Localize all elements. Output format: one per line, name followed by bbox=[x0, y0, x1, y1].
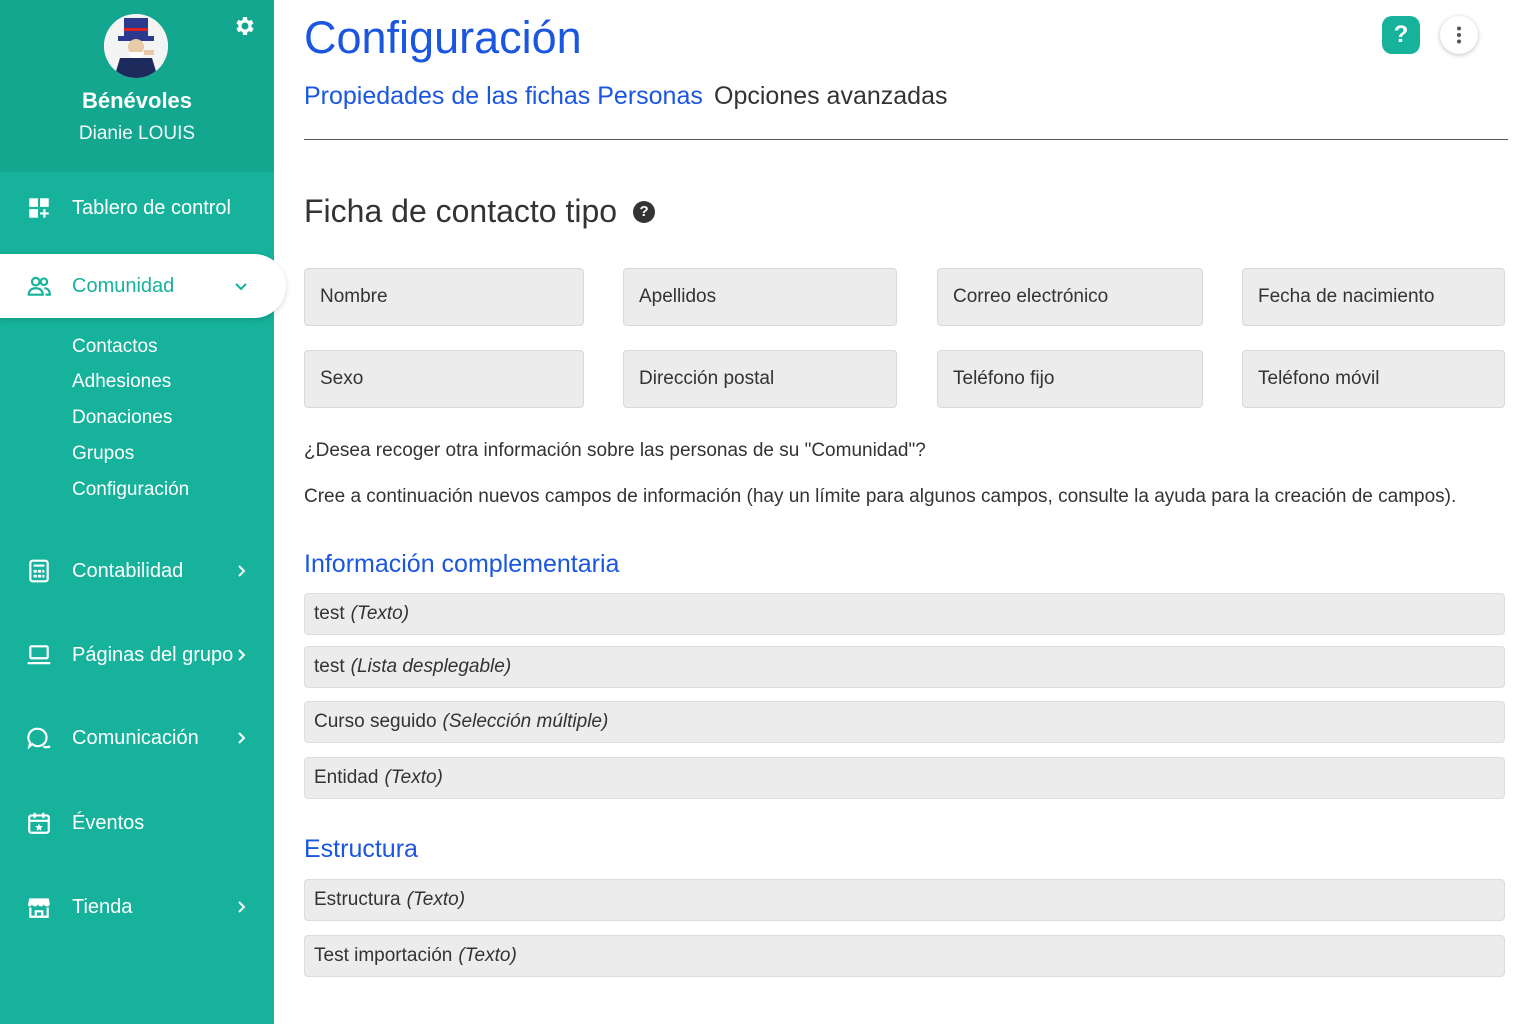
nav-label: Tablero de control bbox=[72, 196, 231, 219]
nav-dashboard[interactable]: Tablero de control bbox=[0, 185, 274, 231]
custom-field-row[interactable]: test (Texto) bbox=[304, 593, 1505, 635]
chevron-right-icon bbox=[232, 562, 250, 580]
section-title-complementary: Información complementaria bbox=[304, 550, 620, 578]
custom-field-name: Estructura bbox=[314, 889, 401, 910]
org-name: Bénévoles bbox=[81, 88, 193, 113]
nav-community[interactable]: Comunidad bbox=[0, 254, 286, 318]
user-name: Dianie LOUIS bbox=[78, 123, 196, 144]
custom-field-row[interactable]: Entidad (Texto) bbox=[304, 757, 1505, 799]
nav-accounting[interactable]: Contabilidad bbox=[0, 548, 274, 594]
tab-person-properties[interactable]: Propiedades de las fichas Personas bbox=[304, 82, 703, 111]
section-title-structure: Estructura bbox=[304, 835, 418, 863]
nav-events[interactable]: Éventos bbox=[0, 800, 274, 846]
nav-label: Páginas del grupo bbox=[72, 643, 234, 666]
custom-field-name: test bbox=[314, 656, 345, 677]
calculator-icon bbox=[26, 558, 52, 584]
chat-icon bbox=[26, 725, 52, 751]
field-landline: Teléfono fijo bbox=[937, 350, 1203, 408]
custom-field-type: (Texto) bbox=[458, 945, 517, 966]
custom-field-row[interactable]: Curso seguido (Selección múltiple) bbox=[304, 701, 1505, 743]
sidebar: Bénévoles Dianie LOUIS Tablero de contro… bbox=[0, 0, 286, 1024]
nav-store[interactable]: Tienda bbox=[0, 884, 274, 930]
field-mobile: Teléfono móvil bbox=[1242, 350, 1505, 408]
custom-field-row[interactable]: Estructura (Texto) bbox=[304, 879, 1505, 921]
tab-advanced-options[interactable]: Opciones avanzadas bbox=[714, 82, 947, 111]
chevron-right-icon bbox=[232, 729, 250, 747]
custom-field-name: test bbox=[314, 603, 345, 624]
dashboard-icon bbox=[26, 195, 52, 221]
tab-divider bbox=[304, 139, 1508, 140]
help-icon: ? bbox=[1393, 21, 1409, 48]
more-options-button[interactable] bbox=[1440, 16, 1478, 54]
nav-communication[interactable]: Comunicación bbox=[0, 715, 274, 761]
intro-question: ¿Desea recoger otra información sobre la… bbox=[304, 440, 926, 461]
nav-label: Comunicación bbox=[72, 726, 199, 749]
custom-field-name: Curso seguido bbox=[314, 711, 437, 732]
question-icon[interactable]: ? bbox=[633, 200, 656, 223]
custom-field-type: (Lista desplegable) bbox=[350, 656, 512, 677]
field-email: Correo electrónico bbox=[937, 268, 1203, 326]
subnav-groups[interactable]: Grupos bbox=[72, 443, 134, 465]
store-icon bbox=[26, 894, 52, 920]
chevron-right-icon bbox=[232, 646, 250, 664]
page-title: Configuración bbox=[304, 12, 582, 63]
custom-field-name: Test importación bbox=[314, 945, 453, 966]
nav-label: Tienda bbox=[72, 895, 133, 918]
help-button[interactable]: ? bbox=[1382, 16, 1420, 54]
custom-field-type: (Texto) bbox=[406, 889, 466, 910]
intro-instruction: Cree a continuación nuevos campos de inf… bbox=[304, 486, 1457, 507]
field-postal-address: Dirección postal bbox=[623, 350, 897, 408]
contact-card-heading: Ficha de contacto tipo ? bbox=[304, 193, 656, 230]
nav-group-pages[interactable]: Páginas del grupo bbox=[0, 632, 274, 678]
field-last-name: Apellidos bbox=[623, 268, 897, 326]
nav-label: Comunidad bbox=[72, 274, 175, 297]
nav-label: Éventos bbox=[72, 811, 145, 834]
calendar-icon bbox=[26, 810, 52, 836]
chevron-down-icon bbox=[232, 277, 250, 295]
gear-icon[interactable] bbox=[232, 14, 256, 38]
main-content: Configuración ? Propiedades de las ficha… bbox=[274, 0, 1536, 1024]
custom-field-name: Entidad bbox=[314, 767, 379, 788]
subnav-memberships[interactable]: Adhesiones bbox=[72, 371, 171, 393]
custom-field-row[interactable]: test (Lista desplegable) bbox=[304, 646, 1505, 688]
nav-label: Contabilidad bbox=[72, 559, 184, 582]
contact-card-title: Ficha de contacto tipo bbox=[304, 193, 618, 229]
laptop-icon bbox=[26, 642, 52, 668]
custom-field-type: (Texto) bbox=[350, 603, 410, 624]
subnav-configuration[interactable]: Configuración bbox=[72, 479, 189, 501]
chevron-right-icon bbox=[232, 898, 250, 916]
field-birthdate: Fecha de nacimiento bbox=[1242, 268, 1505, 326]
custom-field-type: (Selección múltiple) bbox=[442, 711, 609, 732]
subnav-donations[interactable]: Donaciones bbox=[72, 407, 172, 429]
people-icon bbox=[26, 273, 52, 299]
field-sex: Sexo bbox=[304, 350, 584, 408]
subnav-contacts[interactable]: Contactos bbox=[72, 336, 158, 358]
custom-field-type: (Texto) bbox=[384, 767, 443, 788]
custom-field-row[interactable]: Test importación (Texto) bbox=[304, 935, 1505, 977]
field-first-name: Nombre bbox=[304, 268, 584, 326]
kebab-icon bbox=[1457, 26, 1461, 44]
avatar[interactable] bbox=[104, 14, 168, 78]
